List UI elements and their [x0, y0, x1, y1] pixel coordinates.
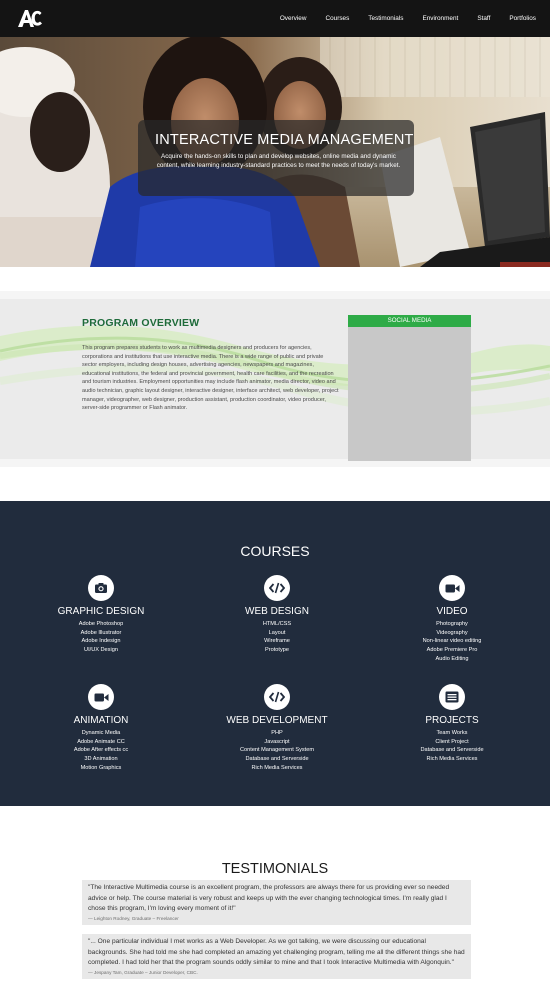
- course-topic: Database and Serverside: [245, 756, 309, 763]
- course-topic: PHP: [271, 730, 283, 736]
- hero-title: INTERACTIVE MEDIA MANAGEMENT: [155, 132, 414, 148]
- program-overview-title: PROGRAM OVERVIEW: [82, 317, 200, 329]
- course-topic: Non-linear video editing: [422, 638, 482, 645]
- program-overview-body: This program prepares students to work a…: [82, 345, 339, 412]
- hero-subtitle: Acquire the hands-on skills to plan and …: [156, 153, 401, 169]
- algonquin-logo[interactable]: [17, 7, 43, 29]
- testimonial-author: — Jespany Tam, Graduate – Junior Develop…: [88, 969, 198, 975]
- course-topic: Motion Graphics: [80, 764, 122, 771]
- testimonial-card: "The Interactive Multimedia course is an…: [82, 880, 471, 925]
- video-camera-icon: [439, 575, 465, 601]
- course-web-development: WEB DEVELOPMENT PHP Javascript Content M…: [207, 684, 347, 773]
- course-topic: Audio Editing: [435, 655, 469, 662]
- course-topic: Prototype: [265, 647, 289, 654]
- course-topic: Dynamic Media: [81, 730, 121, 736]
- course-topic: Adobe Illustrator: [80, 629, 122, 636]
- hero-banner: INTERACTIVE MEDIA MANAGEMENT Acquire the…: [0, 37, 550, 267]
- course-graphic-design: GRAPHIC DESIGN Adobe Photoshop Adobe Ill…: [31, 575, 171, 655]
- top-navbar: Overview Courses Testimonials Environmen…: [0, 0, 550, 37]
- course-animation: ANIMATION Dynamic Media Adobe Animate CC…: [31, 684, 171, 773]
- testimonial-quote: "... One particular individual I met wor…: [88, 938, 465, 966]
- testimonial-card: "... One particular individual I met wor…: [82, 934, 471, 979]
- testimonial-quote: "The Interactive Multimedia course is an…: [88, 884, 450, 912]
- nav-testimonials-link[interactable]: Testimonials: [368, 15, 403, 22]
- list-icon: [439, 684, 465, 710]
- course-topic: Layout: [268, 629, 286, 636]
- course-topic: Content Management System: [240, 747, 314, 754]
- testimonial-author: — Leighton Rodney, Graduate – Freelancer: [88, 915, 179, 921]
- social-media-panel: SOCIAL MEDIA: [348, 315, 471, 461]
- course-video: VIDEO Photography Videography Non-linear…: [382, 575, 522, 664]
- course-topic: Database and Serverside: [420, 747, 484, 754]
- course-topic: UI/UX Design: [84, 647, 118, 654]
- course-title: PROJECTS: [425, 715, 479, 726]
- nav-staff-link[interactable]: Staff: [477, 15, 490, 22]
- course-topic: Adobe Animate CC: [77, 738, 125, 745]
- course-topic: Rich Media Services: [426, 756, 478, 763]
- courses-title: COURSES: [240, 543, 310, 559]
- video-camera-icon: [88, 684, 114, 710]
- course-web-design: WEB DESIGN HTML/CSS Layout Wireframe Pro…: [207, 575, 347, 655]
- nav-overview-link[interactable]: Overview: [280, 15, 307, 22]
- nav-environment-link[interactable]: Environment: [422, 15, 458, 22]
- nav-links: Overview Courses Testimonials Environmen…: [261, 0, 536, 37]
- program-overview-section: PROGRAM OVERVIEW This program prepares s…: [0, 291, 550, 467]
- course-topic: 3D Animation: [84, 756, 118, 763]
- code-icon: [264, 575, 290, 601]
- course-projects: PROJECTS Team Works Client Project Datab…: [382, 684, 522, 764]
- course-title: GRAPHIC DESIGN: [57, 606, 145, 617]
- course-topic: Photography: [436, 621, 468, 627]
- testimonials-section: TESTIMONIALS "The Interactive Multimedia…: [0, 806, 550, 1000]
- camera-icon: [88, 575, 114, 601]
- course-topic: Client Project: [435, 738, 469, 745]
- course-topic: Adobe Premiere Pro: [426, 647, 478, 654]
- nav-portfolios-link[interactable]: Portfolios: [509, 15, 536, 22]
- course-title: WEB DESIGN: [245, 606, 309, 617]
- code-icon: [264, 684, 290, 710]
- course-topic: Rich Media Services: [251, 764, 303, 771]
- course-topic: HTML/CSS: [262, 621, 292, 627]
- course-topic: Videography: [436, 629, 468, 636]
- social-media-title: SOCIAL MEDIA: [348, 315, 471, 327]
- course-topic: Adobe After effects cc: [73, 747, 129, 754]
- course-topic: Wireframe: [264, 638, 290, 645]
- course-topic: Adobe Photoshop: [78, 621, 124, 627]
- hero-caption-card: INTERACTIVE MEDIA MANAGEMENT Acquire the…: [138, 120, 414, 196]
- course-title: VIDEO: [436, 606, 468, 617]
- course-title: WEB DEVELOPMENT: [226, 715, 328, 726]
- course-topic: Javascript: [264, 738, 290, 745]
- course-topic: Team Works: [436, 730, 468, 736]
- courses-section: COURSES GRAPHIC DESIGN Adobe Photoshop A…: [0, 501, 550, 806]
- nav-courses-link[interactable]: Courses: [325, 15, 349, 22]
- course-topic: Adobe Indesign: [81, 638, 121, 645]
- testimonials-title: TESTIMONIALS: [221, 861, 329, 877]
- course-title: ANIMATION: [73, 715, 129, 726]
